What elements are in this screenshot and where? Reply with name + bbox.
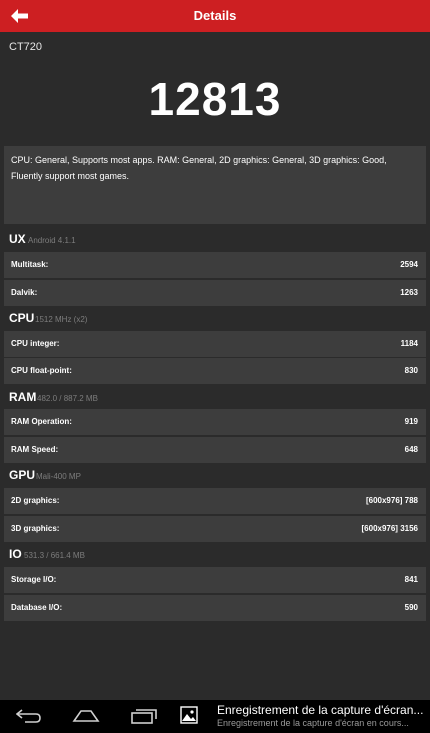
row-value-storage-io: 841 <box>404 575 418 584</box>
section-subtitle-io: 531.3 / 661.4 MB <box>24 551 85 560</box>
section-title-io: IO <box>9 547 22 561</box>
notification-title: Enregistrement de la capture d'écran... <box>217 703 424 717</box>
row-label-ram-operation: RAM Operation: <box>11 417 72 426</box>
section-gpu-header: GPU Mali-400 MP <box>0 466 430 488</box>
device-name: CT720 <box>9 41 43 53</box>
table-row: RAM Speed: 648 <box>4 437 426 463</box>
row-label-2d-graphics: 2D graphics: <box>11 496 60 505</box>
table-row: 2D graphics: [600x976] 788 <box>4 488 426 514</box>
total-score: 12813 <box>148 73 282 125</box>
action-bar: Details <box>0 0 430 32</box>
row-label-database-io: Database I/O: <box>11 603 63 612</box>
table-row: Multitask: 2594 <box>4 252 426 278</box>
section-io-header: IO 531.3 / 661.4 MB <box>0 545 430 567</box>
row-label-cpu-float: CPU float-point: <box>11 366 72 375</box>
row-label-dalvik: Dalvik: <box>11 288 38 297</box>
row-label-cpu-integer: CPU integer: <box>11 339 60 348</box>
table-row: Dalvik: 1263 <box>4 280 426 306</box>
row-label-multitask: Multitask: <box>11 260 49 269</box>
summary-text: CPU: General, Supports most apps. RAM: G… <box>11 155 387 181</box>
table-row: CPU float-point: 830 <box>4 358 426 384</box>
section-cpu-header: CPU 1512 MHz (x2) <box>0 309 430 331</box>
section-ram-header: RAM 482.0 / 887.2 MB <box>0 388 430 410</box>
nav-recents-button[interactable] <box>126 704 162 728</box>
table-row: CPU integer: 1184 <box>4 331 426 357</box>
section-subtitle-cpu: 1512 MHz (x2) <box>35 315 88 324</box>
system-nav-bar: Enregistrement de la capture d'écran... … <box>0 700 430 733</box>
table-row: 3D graphics: [600x976] 3156 <box>4 516 426 542</box>
row-value-ram-speed: 648 <box>404 445 418 454</box>
row-label-storage-io: Storage I/O: <box>11 575 57 584</box>
row-value-2d-graphics: [600x976] 788 <box>365 496 418 505</box>
section-subtitle-ux: Android 4.1.1 <box>28 236 76 245</box>
row-value-cpu-float: 830 <box>404 366 418 375</box>
section-title-gpu: GPU <box>9 468 36 482</box>
section-subtitle-ram: 482.0 / 887.2 MB <box>37 394 98 403</box>
summary-box: CPU: General, Supports most apps. RAM: G… <box>4 146 426 224</box>
section-ux-header: UX Android 4.1.1 <box>0 230 430 252</box>
nav-home-button[interactable] <box>68 704 104 728</box>
row-label-3d-graphics: 3D graphics: <box>11 524 60 533</box>
row-value-3d-graphics: [600x976] 3156 <box>361 524 419 533</box>
table-row: RAM Operation: 919 <box>4 409 426 435</box>
nav-back-icon <box>16 709 41 723</box>
row-value-cpu-integer: 1184 <box>400 339 418 348</box>
section-title-ux: UX <box>9 232 26 246</box>
nav-home-icon <box>72 710 100 722</box>
table-row: Storage I/O: 841 <box>4 567 426 593</box>
nav-recents-icon <box>131 709 157 724</box>
section-title-cpu: CPU <box>9 311 35 325</box>
row-value-multitask: 2594 <box>400 260 418 269</box>
row-value-dalvik: 1263 <box>400 288 418 297</box>
image-icon <box>180 706 198 724</box>
row-value-database-io: 590 <box>404 603 418 612</box>
nav-back-button[interactable] <box>11 704 47 728</box>
section-subtitle-gpu: Mali-400 MP <box>36 472 81 481</box>
notification-subtitle: Enregistrement de la capture d'écran en … <box>217 718 409 728</box>
section-title-ram: RAM <box>9 390 37 404</box>
row-value-ram-operation: 919 <box>404 417 418 426</box>
table-row: Database I/O: 590 <box>4 595 426 621</box>
page-title: Details <box>193 8 237 23</box>
row-label-ram-speed: RAM Speed: <box>11 445 59 454</box>
